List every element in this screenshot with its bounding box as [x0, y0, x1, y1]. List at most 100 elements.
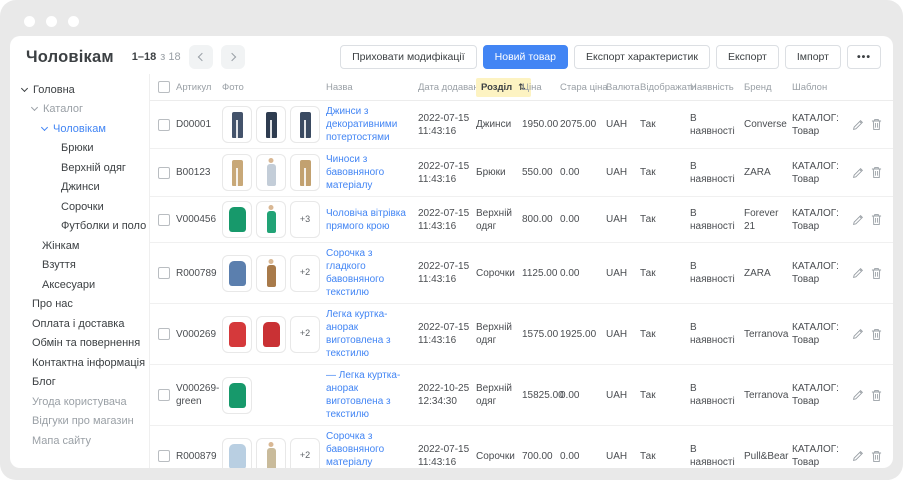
delete-button[interactable] — [871, 389, 882, 402]
pagination-prev-button[interactable] — [189, 45, 213, 69]
sidebar-item-про-нас[interactable]: Про нас — [10, 295, 149, 315]
sidebar-item-угода-користувача[interactable]: Угода користувача — [10, 392, 149, 412]
more-photos-thumbnail[interactable]: +3 — [290, 201, 320, 238]
delete-button[interactable] — [871, 118, 882, 131]
delete-button[interactable] — [871, 450, 882, 463]
sidebar-item-label: Жінкам — [42, 240, 79, 252]
sidebar-item-label: Мапа сайту — [32, 435, 91, 447]
edit-button[interactable] — [852, 267, 864, 279]
product-thumbnail[interactable] — [222, 201, 252, 238]
delete-button[interactable] — [871, 267, 882, 280]
product-thumbnail[interactable] — [290, 106, 320, 143]
product-thumbnail[interactable] — [256, 201, 286, 238]
edit-button[interactable] — [852, 328, 864, 340]
product-name-link[interactable]: Чиноси з бавовняного матеріалу — [326, 154, 384, 191]
row-checkbox[interactable] — [158, 214, 170, 226]
row-checkbox[interactable] — [158, 389, 170, 401]
sidebar-item-футболки-и-поло[interactable]: Футболки и поло — [10, 217, 149, 237]
product-thumbnail[interactable] — [222, 438, 252, 469]
delete-button[interactable] — [871, 166, 882, 179]
sidebar-item-контактна-інформація[interactable]: Контактна інформація — [10, 353, 149, 373]
table-row: V000269 +2Легка куртка-анорак виготовлена… — [150, 304, 893, 365]
display-cell: Так — [640, 385, 690, 406]
edit-button[interactable] — [852, 167, 864, 179]
date-added-cell: 2022-07-1511:43:16 — [418, 156, 476, 190]
edit-button[interactable] — [852, 119, 864, 131]
template-cell: КАТАЛОГ: Товар — [792, 317, 850, 351]
product-thumbnail[interactable] — [256, 438, 286, 469]
row-checkbox[interactable] — [158, 167, 170, 179]
delete-button[interactable] — [871, 328, 882, 341]
window-dot[interactable] — [46, 16, 57, 27]
sidebar-item-оплата-і-доставка[interactable]: Оплата і доставка — [10, 314, 149, 334]
table-row: R000789+2Сорочка з гладкого бавовняного … — [150, 243, 893, 304]
product-name-link[interactable]: Сорочка з бавовняного матеріалу притален… — [326, 431, 410, 468]
sidebar-item-каталог[interactable]: Каталог — [10, 100, 149, 120]
template-cell: КАТАЛОГ: Товар — [792, 156, 850, 190]
window-dot[interactable] — [24, 16, 35, 27]
column-header-brand: Бренд — [744, 82, 792, 93]
chevron-down-icon — [31, 104, 38, 111]
hide-modifications-button[interactable]: Приховати модифікації — [340, 45, 477, 70]
table-row: D00001Джинси з декоративними потертостям… — [150, 101, 893, 149]
product-name-link[interactable]: Чоловіча вітрівка прямого крою — [326, 208, 406, 232]
display-cell: Так — [640, 209, 690, 230]
product-name-link[interactable]: Сорочка з гладкого бавовняного текстилю — [326, 248, 384, 298]
product-name-link[interactable]: Легка куртка-анорак виготовлена з тексти… — [326, 309, 391, 359]
import-button[interactable]: Імпорт — [785, 45, 841, 70]
sku-cell: V000269 — [176, 324, 222, 345]
model-garment-image — [267, 211, 276, 233]
pants-garment-image — [300, 112, 311, 138]
product-name-link[interactable]: — Легка куртка-анорак виготовлена з текс… — [326, 370, 400, 420]
product-thumbnail[interactable] — [256, 316, 286, 353]
export-characteristics-button[interactable]: Експорт характеристик — [574, 45, 710, 70]
more-actions-button[interactable]: ••• — [847, 45, 881, 70]
pants-garment-image — [266, 112, 277, 138]
pagination-next-button[interactable] — [221, 45, 245, 69]
edit-button[interactable] — [852, 450, 864, 462]
more-photos-thumbnail[interactable]: +2 — [290, 438, 320, 469]
more-photos-thumbnail[interactable]: +2 — [290, 316, 320, 353]
sidebar-item-джинси[interactable]: Джинси — [10, 178, 149, 198]
product-thumbnail[interactable] — [222, 154, 252, 191]
row-select-cell — [150, 385, 176, 405]
product-name-link[interactable]: Джинси з декоративними потертостями — [326, 106, 397, 143]
product-thumbnail[interactable] — [256, 154, 286, 191]
row-checkbox[interactable] — [158, 119, 170, 131]
delete-button[interactable] — [871, 213, 882, 226]
sidebar-item-взуття[interactable]: Взуття — [10, 256, 149, 276]
sidebar-item-сорочки[interactable]: Сорочки — [10, 197, 149, 217]
date-added-cell: 2022-07-1511:43:16 — [418, 317, 476, 351]
product-thumbnail[interactable] — [222, 316, 252, 353]
export-button[interactable]: Експорт — [716, 45, 779, 70]
sidebar-item-головна[interactable]: Головна — [10, 80, 149, 100]
sidebar-item-мапа-сайту[interactable]: Мапа сайту — [10, 431, 149, 451]
select-all-checkbox[interactable] — [158, 81, 170, 93]
column-header-sku: Артикул — [176, 82, 222, 93]
sidebar-item-label: Верхній одяг — [61, 162, 126, 174]
sidebar-item-жінкам[interactable]: Жінкам — [10, 236, 149, 256]
sidebar-item-брюки[interactable]: Брюки — [10, 139, 149, 159]
product-thumbnail[interactable] — [290, 154, 320, 191]
row-checkbox[interactable] — [158, 328, 170, 340]
sidebar-item-чоловікам[interactable]: Чоловікам — [10, 119, 149, 139]
sidebar-item-обмін-та-повернення[interactable]: Обмін та повернення — [10, 334, 149, 354]
row-checkbox[interactable] — [158, 450, 170, 462]
product-thumbnail[interactable] — [256, 106, 286, 143]
sidebar-item-аксесуари[interactable]: Аксесуари — [10, 275, 149, 295]
product-thumbnail[interactable] — [222, 255, 252, 292]
sidebar-item-блог[interactable]: Блог — [10, 373, 149, 393]
more-photos-thumbnail[interactable]: +2 — [290, 255, 320, 292]
product-thumbnail[interactable] — [256, 255, 286, 292]
sidebar-item-верхній-одяг[interactable]: Верхній одяг — [10, 158, 149, 178]
row-select-cell — [150, 446, 176, 466]
product-thumbnail[interactable] — [222, 106, 252, 143]
new-product-button[interactable]: Новий товар — [483, 45, 568, 70]
edit-button[interactable] — [852, 389, 864, 401]
edit-button[interactable] — [852, 214, 864, 226]
sidebar-item-відгуки-про-магазин[interactable]: Відгуки про магазин — [10, 412, 149, 432]
old-price-cell: 0.00 — [560, 385, 606, 406]
window-dot[interactable] — [68, 16, 79, 27]
row-checkbox[interactable] — [158, 267, 170, 279]
product-thumbnail[interactable] — [222, 377, 252, 414]
